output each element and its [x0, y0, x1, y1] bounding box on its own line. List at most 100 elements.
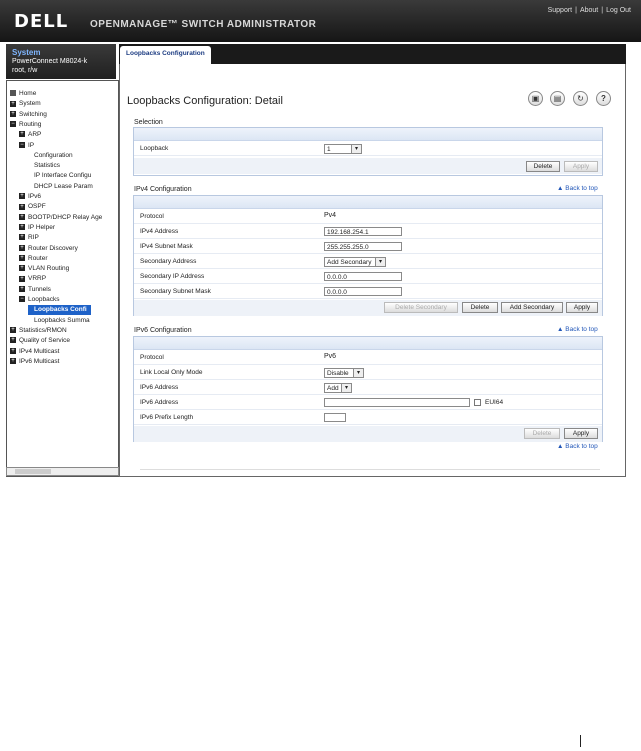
nav-item-ip[interactable]: − IP: [19, 141, 34, 151]
back-to-top-link[interactable]: ▲ Back to top: [557, 326, 598, 333]
ipv6-delete-button[interactable]: Delete: [524, 428, 560, 439]
help-icon[interactable]: ?: [596, 91, 611, 106]
refresh-icon[interactable]: ↻: [573, 91, 588, 106]
nav-item-system[interactable]: + System: [10, 99, 41, 109]
nav-item-label: Routing: [19, 120, 42, 128]
expand-icon[interactable]: +: [19, 203, 25, 210]
navigation-tree: Home + System + Switching − Routing + ARP − IP Conf…: [6, 80, 119, 477]
ipv4-address-row: IPv4 Address 192.168.254.1: [134, 224, 602, 239]
save-icon[interactable]: ▣: [528, 91, 543, 106]
ipv6-button-bar: Delete Apply: [134, 426, 602, 442]
print-icon[interactable]: ▤: [550, 91, 565, 106]
nav-item-routing[interactable]: − Routing: [10, 120, 41, 130]
logout-link[interactable]: Log Out: [606, 7, 631, 14]
eui64-checkbox[interactable]: [474, 399, 481, 406]
expand-icon[interactable]: +: [10, 100, 16, 107]
nav-item-label: Tunnels: [28, 285, 51, 293]
nav-item-configuration[interactable]: Configuration: [28, 151, 73, 161]
ipv6-address-mode-value: Add: [327, 385, 339, 392]
ipv4-apply-button[interactable]: Apply: [566, 302, 598, 313]
link-local-select[interactable]: Disable ▾: [324, 368, 364, 378]
nav-item-ospf[interactable]: + OSPF: [19, 202, 46, 212]
protocol-label: Protocol: [140, 213, 164, 220]
secondary-ip-input[interactable]: 0.0.0.0: [324, 272, 402, 281]
expand-icon[interactable]: +: [19, 275, 25, 282]
expand-icon[interactable]: +: [19, 244, 25, 251]
expand-icon[interactable]: +: [10, 358, 16, 365]
system-access: root, r/w: [12, 67, 38, 74]
back-to-top-link[interactable]: ▲ Back to top: [557, 185, 598, 192]
nav-item-dhcp-lease-param[interactable]: DHCP Lease Param: [28, 182, 93, 192]
collapse-icon[interactable]: −: [19, 296, 25, 303]
nav-item-label: IPv6: [28, 193, 42, 200]
delete-secondary-button[interactable]: Delete Secondary: [384, 302, 458, 313]
ipv6-address-mode-row: IPv6 Address Add ▾: [134, 380, 602, 395]
nav-item-arp[interactable]: + ARP: [19, 130, 41, 140]
expand-icon[interactable]: +: [19, 265, 25, 272]
nav-item-rip[interactable]: + RIP: [19, 233, 39, 243]
nav-item-ip-helper[interactable]: + IP Helper: [19, 223, 55, 233]
nav-item-bootp-dhcp-relay-age[interactable]: + BOOTP/DHCP Relay Age: [19, 213, 102, 223]
loopback-select[interactable]: 1 ▾: [324, 144, 362, 154]
nav-item-statistics[interactable]: Statistics: [28, 161, 60, 171]
nav-item-home[interactable]: Home: [10, 89, 36, 99]
ipv6-apply-button[interactable]: Apply: [564, 428, 598, 439]
nav-item-loopbacks-summa[interactable]: Loopbacks Summa: [28, 316, 90, 326]
ipv6-address-input[interactable]: [324, 398, 470, 407]
tab-loopbacks-configuration[interactable]: Loopbacks Configuration: [120, 46, 211, 64]
expand-icon[interactable]: +: [19, 131, 25, 138]
ipv4-button-bar: Delete Secondary Delete Add Secondary Ap…: [134, 300, 602, 316]
secondary-mask-row: Secondary Subnet Mask 0.0.0.0: [134, 284, 602, 299]
loopback-select-value: 1: [327, 146, 331, 153]
add-secondary-button[interactable]: Add Secondary: [501, 302, 563, 313]
expand-icon[interactable]: +: [19, 213, 25, 220]
chevron-down-icon: ▾: [341, 384, 351, 392]
nav-item-quality-of-service[interactable]: + Quality of Service: [10, 336, 70, 346]
nav-item-loopbacks[interactable]: − Loopbacks: [19, 295, 59, 305]
expand-icon[interactable]: +: [19, 255, 25, 262]
nav-item-ip-interface-configu[interactable]: IP Interface Configu: [28, 171, 91, 181]
secondary-mask-input[interactable]: 0.0.0.0: [324, 287, 402, 296]
collapse-icon[interactable]: −: [10, 121, 16, 128]
nav-item-vrrp[interactable]: + VRRP: [19, 274, 46, 284]
nav-item-router-discovery[interactable]: + Router Discovery: [19, 244, 78, 254]
expand-icon[interactable]: +: [19, 285, 25, 292]
collapse-icon[interactable]: −: [19, 141, 25, 148]
expand-icon[interactable]: +: [19, 234, 25, 241]
ipv4-mask-input[interactable]: 255.255.255.0: [324, 242, 402, 251]
nav-item-label: Quality of Service: [19, 337, 70, 345]
nav-item-ipv4-multicast[interactable]: + IPv4 Multicast: [10, 347, 59, 357]
nav-item-statistics-rmon[interactable]: + Statistics/RMON: [10, 326, 67, 336]
ipv4-delete-button[interactable]: Delete: [462, 302, 498, 313]
nav-item-loopbacks-confi[interactable]: Loopbacks Confi: [28, 305, 91, 316]
secondary-address-label: Secondary Address: [140, 258, 197, 265]
nav-item-tunnels[interactable]: + Tunnels: [19, 285, 51, 295]
nav-item-vlan-routing[interactable]: + VLAN Routing: [19, 264, 69, 274]
nav-horizontal-scrollbar[interactable]: [6, 467, 119, 476]
expand-icon[interactable]: +: [10, 110, 16, 117]
ipv4-address-input[interactable]: 192.168.254.1: [324, 227, 402, 236]
nav-item-ipv6[interactable]: + IPv6: [19, 192, 41, 202]
selection-delete-button[interactable]: Delete: [526, 161, 560, 172]
support-link[interactable]: Support: [548, 7, 573, 14]
nav-item-switching[interactable]: + Switching: [10, 110, 47, 120]
loopback-label: Loopback: [140, 145, 169, 152]
nav-item-label: VLAN Routing: [28, 265, 70, 273]
expand-icon[interactable]: +: [10, 337, 16, 344]
expand-icon[interactable]: +: [10, 347, 16, 354]
ipv6-prefix-input[interactable]: [324, 413, 346, 422]
nav-item-label: Statistics/RMON: [19, 326, 67, 334]
expand-icon[interactable]: +: [19, 193, 25, 200]
selection-apply-button[interactable]: Apply: [564, 161, 598, 172]
nav-item-ipv6-multicast[interactable]: + IPv6 Multicast: [10, 357, 59, 367]
scrollbar-thumb[interactable]: [15, 469, 51, 474]
nav-item-label: DHCP Lease Param: [34, 182, 93, 190]
secondary-address-select[interactable]: Add Secondary ▾: [324, 257, 386, 267]
system-title[interactable]: System: [12, 48, 110, 57]
nav-item-router[interactable]: + Router: [19, 254, 48, 264]
back-to-top-link[interactable]: ▲ Back to top: [557, 443, 598, 450]
about-link[interactable]: About: [580, 7, 598, 14]
expand-icon[interactable]: +: [19, 224, 25, 231]
ipv6-address-mode-select[interactable]: Add ▾: [324, 383, 352, 393]
expand-icon[interactable]: +: [10, 327, 16, 334]
